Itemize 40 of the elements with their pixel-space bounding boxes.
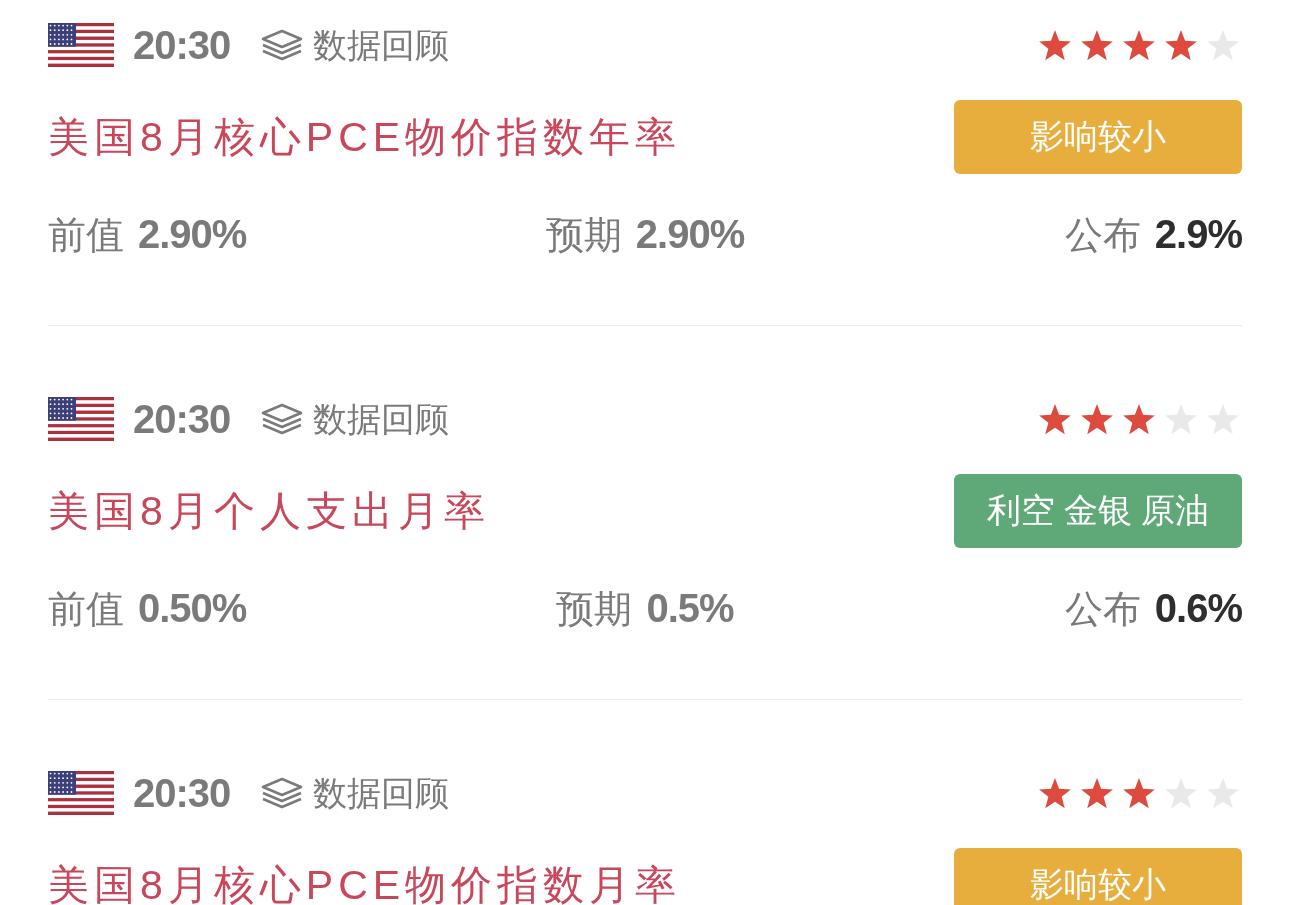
flag-icon — [48, 23, 114, 67]
flag-icon — [48, 771, 114, 815]
figure-label: 前值 — [48, 587, 124, 632]
star-icon — [1122, 402, 1156, 436]
star-icon — [1038, 402, 1072, 436]
star-icon — [1080, 402, 1114, 436]
event-title: 美国8月核心PCE物价指数月率 — [48, 861, 682, 905]
figure-value: 2.90% — [138, 212, 247, 257]
figure-value: 2.90% — [635, 212, 745, 257]
event-time: 20:30 — [133, 397, 231, 441]
figure-label: 前值 — [48, 213, 124, 258]
star-icon — [1080, 28, 1114, 62]
impact-tag: 利空 金银 原油 — [954, 474, 1242, 548]
figure-value: 0.6% — [1154, 586, 1242, 631]
data-review-link[interactable]: 数据回顾 — [260, 23, 450, 67]
data-review-link[interactable]: 数据回顾 — [260, 771, 450, 815]
event-time: 20:30 — [133, 23, 231, 67]
flag-icon — [48, 397, 114, 441]
figure-value: 2.9% — [1154, 212, 1242, 257]
figure-value: 0.5% — [646, 586, 734, 631]
figure-label: 公布 — [1064, 213, 1141, 258]
layers-icon — [260, 777, 305, 809]
star-icon — [1038, 776, 1072, 810]
star-icon — [1080, 776, 1114, 810]
data-review-link[interactable]: 数据回顾 — [260, 397, 450, 441]
figure-label: 公布 — [1064, 587, 1141, 632]
impact-tag: 影响较小 — [954, 848, 1242, 905]
event-title: 美国8月个人支出月率 — [48, 487, 490, 536]
layers-icon — [260, 29, 305, 61]
star-icon — [1122, 28, 1156, 62]
layers-icon — [260, 403, 305, 435]
figure-label: 预期 — [545, 213, 622, 258]
impact-tag: 影响较小 — [954, 100, 1242, 174]
figure-label: 预期 — [556, 587, 633, 632]
event-title: 美国8月核心PCE物价指数年率 — [48, 113, 682, 162]
star-icon — [1122, 776, 1156, 810]
star-icon — [1038, 28, 1072, 62]
figure-value: 0.50% — [138, 586, 247, 631]
event-time: 20:30 — [133, 771, 231, 815]
star-icon — [1164, 28, 1198, 62]
